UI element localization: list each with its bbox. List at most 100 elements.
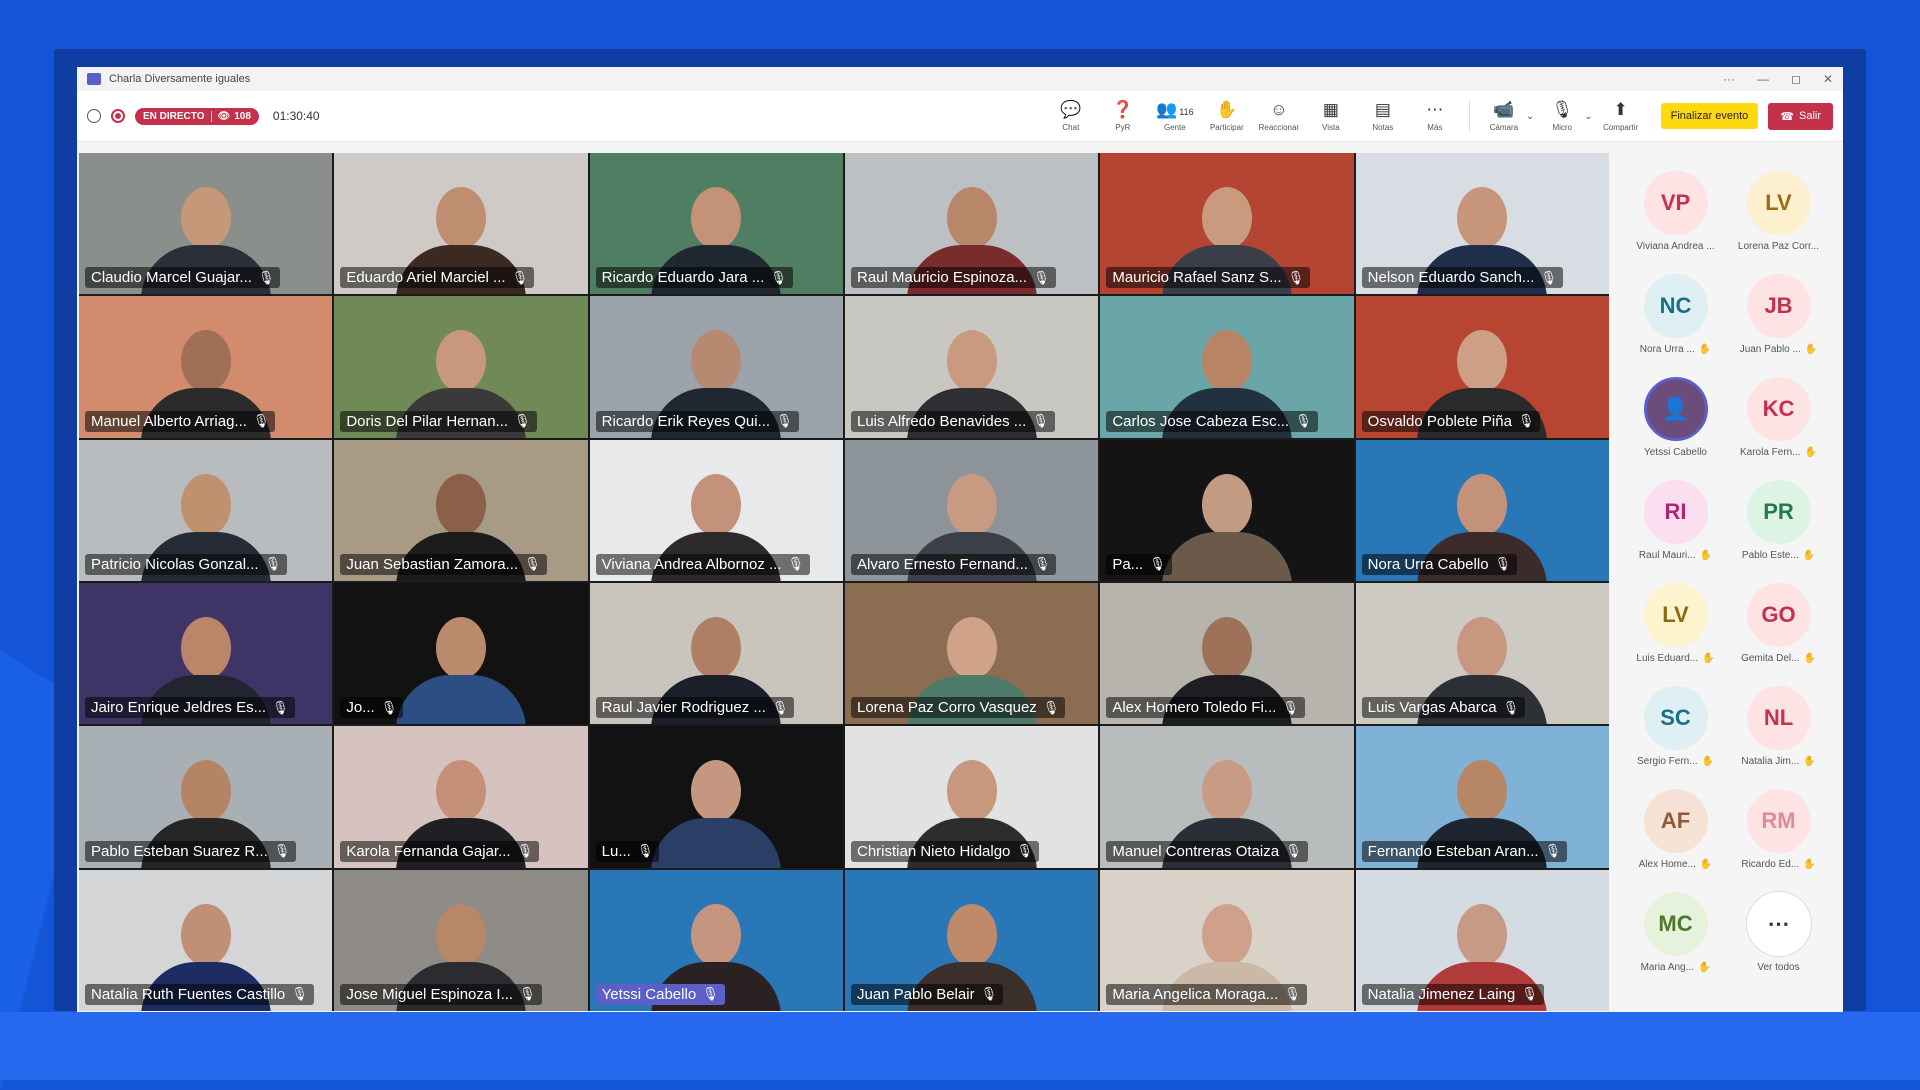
- end-event-button[interactable]: Finalizar evento: [1660, 103, 1759, 129]
- video-tile[interactable]: Alvaro Ernesto Fernand... 🎙: [844, 439, 1099, 581]
- participant-avatar-item[interactable]: SC Sergio Fern... ✋: [1625, 686, 1726, 767]
- raised-hand-icon: ✋: [1702, 653, 1715, 664]
- avatar: SC: [1643, 686, 1708, 750]
- participant-avatar-item[interactable]: MC Maria Ang... ✋: [1625, 892, 1726, 973]
- more-options-icon[interactable]: ···: [1723, 72, 1735, 86]
- notes-button[interactable]: ▤ Notas: [1357, 100, 1409, 132]
- participant-name-tag: Alex Homero Toledo Fi... 🎙: [1106, 697, 1305, 719]
- video-tile[interactable]: Lorena Paz Corro Vasquez 🎙: [844, 582, 1099, 725]
- participant-name: Patricio Nicolas Gonzal...: [91, 555, 259, 573]
- video-tile[interactable]: Manuel Contreras Otaiza 🎙: [1100, 726, 1354, 868]
- participant-avatar-item[interactable]: AF Alex Home... ✋: [1625, 789, 1726, 870]
- close-icon[interactable]: ✕: [1823, 72, 1833, 86]
- participant-name-tag: Fernando Esteban Aran... 🎙: [1361, 840, 1568, 862]
- people-label: Gente: [1163, 123, 1186, 132]
- video-tile[interactable]: Maria Angelica Moraga... 🎙: [1100, 869, 1354, 1011]
- avatar-initials: VP: [1660, 190, 1691, 215]
- avatar-initials: NC: [1659, 293, 1692, 318]
- video-tile[interactable]: Viviana Andrea Albornoz ... 🎙: [589, 439, 843, 581]
- video-tile[interactable]: Juan Pablo Belair 🎙: [844, 869, 1099, 1011]
- participant-name-tag: Eduardo Ariel Marciel ... 🎙: [340, 267, 535, 289]
- video-tile[interactable]: Natalia Ruth Fuentes Castillo 🎙: [79, 869, 333, 1011]
- participant-avatar-item[interactable]: JB Juan Pablo ... ✋: [1728, 274, 1829, 355]
- video-tile[interactable]: Osvaldo Poblete Piña 🎙: [1355, 296, 1609, 438]
- participant-name: Lorena Paz Corr...: [1737, 241, 1820, 252]
- video-tile[interactable]: Luis Alfredo Benavides ... 🎙: [844, 296, 1099, 438]
- participant-avatar-item[interactable]: LV Luis Eduard... ✋: [1625, 583, 1726, 664]
- qa-button[interactable]: ❓ PyR: [1097, 100, 1149, 132]
- participant-avatar-item[interactable]: PR Pablo Este... ✋: [1728, 480, 1829, 561]
- video-tile[interactable]: Doris Del Pilar Hernan... 🎙: [334, 296, 588, 438]
- video-tile[interactable]: Ricardo Erik Reyes Qui... 🎙: [589, 296, 843, 438]
- participant-avatar-item[interactable]: 👤 Yetssi Cabello: [1625, 377, 1726, 458]
- participant-head: [691, 760, 742, 823]
- minimize-icon[interactable]: —: [1757, 72, 1769, 86]
- participant-head: [691, 903, 742, 966]
- video-tile[interactable]: Lu... 🎙: [589, 726, 843, 868]
- see-all-button[interactable]: ⋯ Ver todos: [1728, 892, 1829, 973]
- participant-name-tag: Manuel Alberto Arriag... 🎙: [85, 410, 276, 432]
- participant-name: Maria Ang...: [1640, 962, 1694, 973]
- video-tile[interactable]: Juan Sebastian Zamora... 🎙: [334, 439, 588, 581]
- video-tile[interactable]: Jairo Enrique Jeldres Es... 🎙: [79, 582, 333, 725]
- video-tile[interactable]: Raul Mauricio Espinoza... 🎙: [844, 153, 1099, 295]
- people-button[interactable]: 👥 116 Gente: [1149, 100, 1201, 132]
- video-tile[interactable]: Manuel Alberto Arriag... 🎙: [79, 296, 333, 438]
- raise-hand-button[interactable]: ✋ Participar: [1201, 100, 1253, 132]
- meeting-toolbar: EN DIRECTO 👁 108 01:30:40 💬 Chat ❓ PyR 👥 116 G…: [77, 91, 1843, 142]
- video-tile[interactable]: Claudio Marcel Guajar... 🎙: [79, 153, 333, 295]
- participant-name: Viviana Andrea Albornoz ...: [601, 555, 782, 573]
- avatar: LV: [1746, 171, 1811, 235]
- video-tile[interactable]: Alex Homero Toledo Fi... 🎙: [1100, 582, 1354, 725]
- participant-avatar-item[interactable]: GO Gemita Del... ✋: [1728, 583, 1829, 664]
- video-tile[interactable]: Jose Miguel Espinoza I... 🎙: [334, 869, 588, 1011]
- video-tile[interactable]: Nora Urra Cabello 🎙: [1355, 439, 1609, 581]
- chat-button[interactable]: 💬 Chat: [1045, 100, 1097, 132]
- video-tile[interactable]: Ricardo Eduardo Jara ... 🎙: [589, 153, 843, 295]
- participant-label: Lorena Paz Corr...: [1728, 241, 1829, 252]
- react-button[interactable]: ☺ Reaccionar: [1253, 100, 1305, 132]
- video-tile[interactable]: Fernando Esteban Aran... 🎙: [1355, 726, 1609, 868]
- participant-head: [1201, 187, 1252, 249]
- participant-avatar-item[interactable]: RI Raul Mauri... ✋: [1625, 480, 1726, 561]
- shield-icon[interactable]: [87, 109, 101, 123]
- avatar: MC: [1643, 892, 1708, 956]
- recording-icon[interactable]: [111, 109, 125, 123]
- video-tile[interactable]: Luis Vargas Abarca 🎙: [1355, 582, 1609, 725]
- video-tile[interactable]: Raul Javier Rodriguez ... 🎙: [589, 582, 843, 725]
- participant-avatar-item[interactable]: NC Nora Urra ... ✋: [1625, 274, 1726, 355]
- video-tile[interactable]: Yetssi Cabello 🎙: [589, 869, 843, 1011]
- chevron-down-icon[interactable]: ⌄: [1526, 111, 1534, 122]
- video-tile[interactable]: Pa... 🎙: [1100, 439, 1354, 581]
- maximize-icon[interactable]: ◻: [1791, 72, 1801, 86]
- leave-button[interactable]: ☎ Salir: [1768, 102, 1833, 130]
- participant-avatar-item[interactable]: LV Lorena Paz Corr...: [1728, 171, 1829, 252]
- participant-name: Luis Vargas Abarca: [1367, 699, 1497, 717]
- participant-name-tag: Jose Miguel Espinoza I... 🎙: [340, 983, 542, 1005]
- participant-head: [946, 473, 997, 536]
- chevron-down-icon[interactable]: ⌄: [1584, 111, 1592, 122]
- participant-label: Karola Fern... ✋: [1728, 447, 1829, 458]
- participant-avatar-item[interactable]: VP Viviana Andrea ...: [1625, 171, 1726, 252]
- view-button[interactable]: ▦ Vista: [1305, 100, 1357, 132]
- video-tile[interactable]: Patricio Nicolas Gonzal... 🎙: [79, 439, 333, 581]
- mic-button[interactable]: 🎙 Micro: [1536, 100, 1588, 132]
- mic-muted-icon: 🎙: [1521, 986, 1538, 1002]
- video-tile[interactable]: Eduardo Ariel Marciel ... 🎙: [334, 153, 588, 295]
- mic-muted-icon: 🎙: [524, 556, 541, 572]
- participant-avatar-item[interactable]: KC Karola Fern... ✋: [1728, 377, 1829, 458]
- video-tile[interactable]: Jo... 🎙: [334, 582, 588, 725]
- video-tile[interactable]: Mauricio Rafael Sanz S... 🎙: [1100, 153, 1354, 295]
- video-tile[interactable]: Nelson Eduardo Sanch... 🎙: [1355, 153, 1609, 295]
- more-button[interactable]: ⋯ Más: [1409, 100, 1461, 132]
- camera-button[interactable]: 📹 Cámara: [1478, 100, 1530, 132]
- share-button[interactable]: ⬆ Compartir: [1595, 100, 1647, 132]
- participant-avatar-item[interactable]: RM Ricardo Ed... ✋: [1728, 789, 1829, 870]
- video-tile[interactable]: Pablo Esteban Suarez R... 🎙: [79, 726, 333, 868]
- video-tile[interactable]: Carlos Jose Cabeza Esc... 🎙: [1100, 296, 1354, 438]
- video-tile[interactable]: Natalia Jimenez Laing 🎙: [1355, 869, 1609, 1011]
- participant-avatar-item[interactable]: NL Natalia Jim... ✋: [1728, 686, 1829, 767]
- video-tile[interactable]: Christian Nieto Hidalgo 🎙: [844, 726, 1099, 868]
- video-tile[interactable]: Karola Fernanda Gajar... 🎙: [334, 726, 588, 868]
- participant-name-tag: Juan Sebastian Zamora... 🎙: [340, 553, 547, 575]
